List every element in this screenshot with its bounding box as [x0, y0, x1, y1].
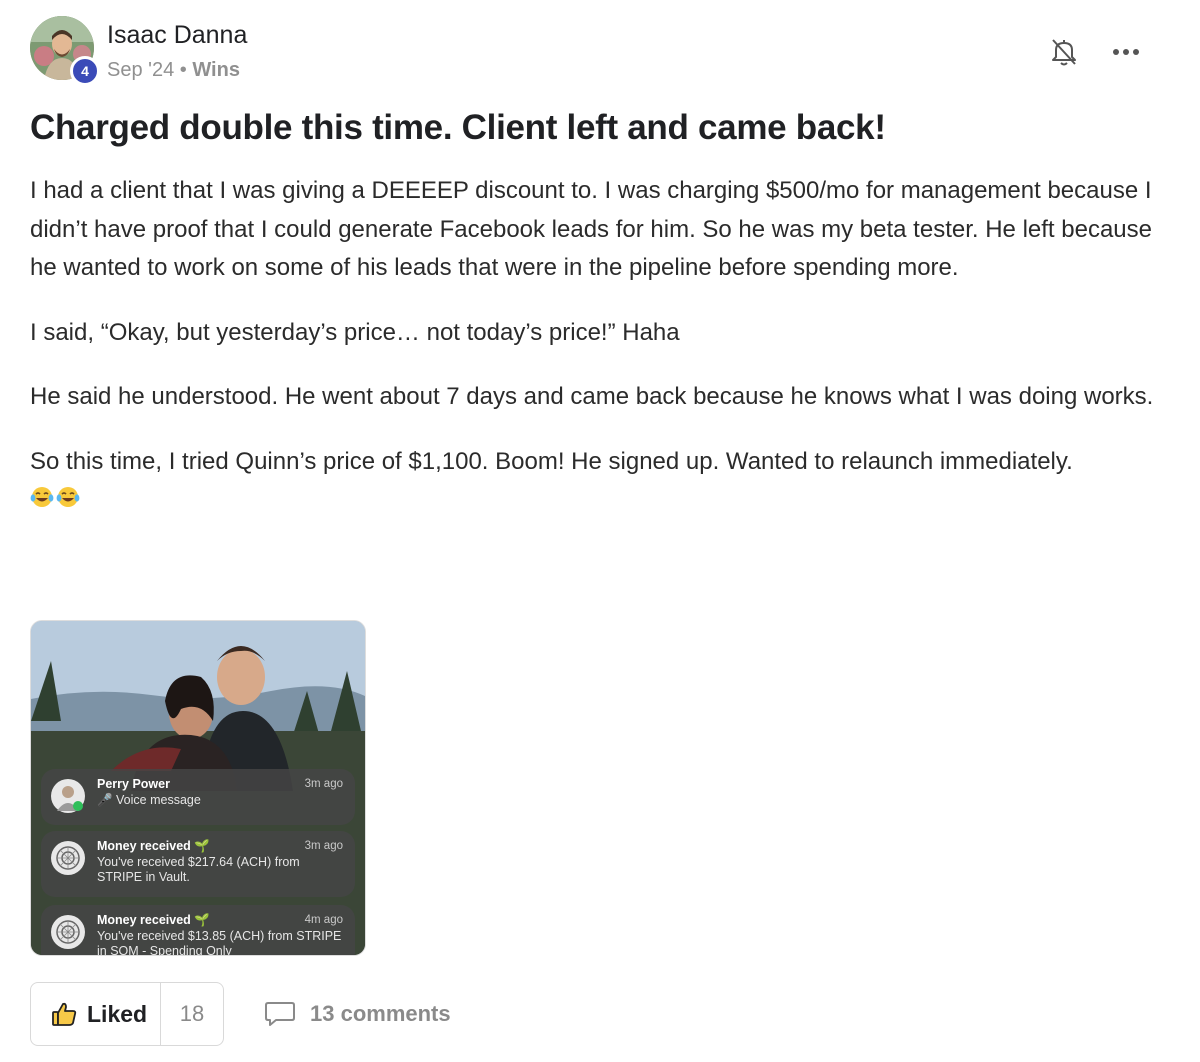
comments-label: 13 comments — [310, 1001, 451, 1026]
notification-time: 4m ago — [304, 914, 343, 926]
post-category[interactable]: Wins — [192, 59, 240, 81]
more-options-button[interactable] — [1108, 38, 1144, 66]
post-date: Sep '24 — [107, 59, 175, 81]
bank-logo-icon — [51, 841, 85, 875]
notification-text: You've received $217.64 (ACH) from STRIP… — [97, 854, 300, 885]
notification-time: 3m ago — [304, 778, 343, 790]
level-badge: 4 — [70, 56, 100, 86]
post-paragraph: I said, “Okay, but yesterday’s price… no… — [30, 318, 680, 346]
laughing-tears-icon — [56, 487, 80, 507]
comments-button[interactable]: 13 comments — [264, 982, 451, 1046]
post-meta: Sep '24 • Wins — [107, 59, 240, 82]
emoji-row — [30, 485, 1170, 509]
thumbs-up-icon — [52, 1002, 77, 1026]
meta-separator: • — [179, 59, 187, 81]
notification-card: Money received 🌱 3m ago You've received … — [41, 831, 355, 897]
more-horizontal-icon — [1113, 49, 1139, 55]
post-paragraph: So this time, I tried Quinn’s price of $… — [30, 447, 1073, 475]
author-name[interactable]: Isaac Danna — [107, 21, 247, 50]
post-image[interactable]: Perry Power 3m ago 🎤 Voice message Money… — [30, 620, 366, 956]
notification-card: Money received 🌱 4m ago You've received … — [41, 905, 355, 956]
post-body: I had a client that I was giving a DEEEE… — [30, 172, 1170, 509]
like-group: Liked 18 — [30, 982, 224, 1046]
bank-logo-icon — [51, 915, 85, 949]
post-title: Charged double this time. Client left an… — [30, 108, 886, 147]
post-paragraph: I had a client that I was giving a DEEEE… — [30, 177, 1152, 281]
like-count[interactable]: 18 — [161, 1001, 223, 1027]
comment-bubble-icon — [265, 1002, 295, 1026]
notifications-toggle-button[interactable] — [1046, 34, 1082, 70]
notification-time: 3m ago — [304, 840, 343, 852]
post-paragraph: He said he understood. He went about 7 d… — [30, 383, 1154, 410]
author-avatar[interactable]: 4 — [30, 16, 100, 86]
notification-text: You've received $13.85 (ACH) from STRIPE… — [97, 928, 342, 956]
post-footer: Liked 18 13 comments — [30, 982, 1170, 1046]
laughing-tears-icon — [30, 487, 54, 507]
notification-text: 🎤 Voice message — [97, 792, 201, 807]
notification-card: Perry Power 3m ago 🎤 Voice message — [41, 769, 355, 825]
contact-avatar-icon — [51, 779, 85, 813]
like-label: Liked — [87, 1000, 148, 1027]
post-header: 4 Isaac Danna Sep '24 • Wins — [30, 16, 1170, 86]
bell-off-icon — [1052, 39, 1076, 66]
like-button[interactable]: Liked — [31, 983, 161, 1045]
